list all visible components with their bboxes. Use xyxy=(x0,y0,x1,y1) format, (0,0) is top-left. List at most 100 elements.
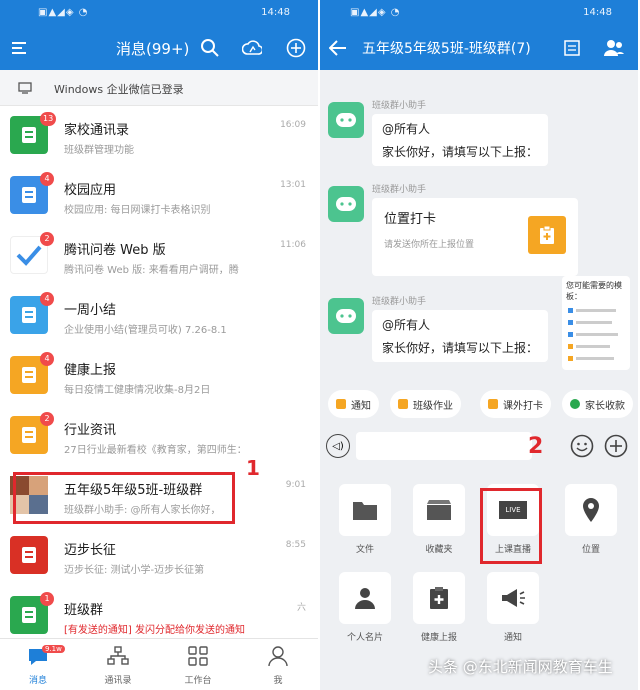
tool-notice[interactable]: 通知 xyxy=(480,572,546,643)
chat-item[interactable]: 13 家校通讯录 班级群管理功能 16:09 xyxy=(0,110,318,170)
contact-card-icon xyxy=(339,572,391,624)
contacts-nav-icon xyxy=(107,646,129,665)
sender-name: 班级群小助手 xyxy=(372,297,427,307)
login-notice-text: Windows 企业微信已登录 xyxy=(54,83,184,96)
chat-preview: 27日行业最新看校《教育家，第四师生： xyxy=(64,445,247,456)
tool-favorites[interactable]: 收藏夹 xyxy=(406,484,472,555)
chat-title: 一周小结 xyxy=(64,303,117,318)
nav-label: 消息 xyxy=(28,676,47,686)
template-list-preview xyxy=(566,306,626,366)
group-members-icon[interactable] xyxy=(602,36,626,60)
location-card[interactable]: 位置打卡 请发送你所在上报位置 xyxy=(372,198,578,276)
tool-health-report[interactable]: 健康上报 xyxy=(406,572,472,643)
quick-label: 课外打卡 xyxy=(503,400,543,412)
quick-checkin-button[interactable]: 课外打卡 xyxy=(480,390,551,418)
nav-messages[interactable]: 消息 9.1w xyxy=(8,645,68,686)
nav-badge: 9.1w xyxy=(42,645,65,653)
homework-icon xyxy=(398,399,408,409)
nav-me[interactable]: 我 xyxy=(248,645,308,686)
tool-label: 收藏夹 xyxy=(425,545,453,555)
checkin-icon xyxy=(488,399,498,409)
monitor-icon xyxy=(18,80,32,99)
quick-payment-button[interactable]: 家长收款 xyxy=(562,390,633,418)
bot-avatar xyxy=(328,102,364,138)
chat-item[interactable]: 4 一周小结 企业使用小结(管理员可收) 7.26-8.1 xyxy=(0,290,318,350)
medical-clipboard-icon xyxy=(413,572,465,624)
chat-item[interactable]: 2 行业资讯 27日行业最新看校《教育家，第四师生： xyxy=(0,410,318,470)
input-bar: ◁) 2 xyxy=(320,426,638,466)
message-bubble[interactable]: @所有人 家长你好，请填写以下上报： xyxy=(372,114,548,166)
quick-homework-button[interactable]: 班级作业 xyxy=(390,390,461,418)
message-bubble[interactable]: @所有人 家长你好，请填写以下上报： xyxy=(372,310,548,362)
clipboard-icon xyxy=(528,216,566,254)
chat-time: 六 xyxy=(296,603,306,613)
megaphone-icon xyxy=(336,399,346,409)
chat-time: 13:01 xyxy=(280,180,306,190)
status-time: 14:48 xyxy=(261,7,290,18)
chat-title: 五年级5年级5班-班级群(7) xyxy=(362,41,531,57)
group-tools-icon[interactable] xyxy=(560,36,584,60)
page-title: 消息(99+) xyxy=(116,40,190,58)
status-bar: ▣▲◢◈ ◔ 14:48 xyxy=(0,0,318,26)
login-notice[interactable]: Windows 企业微信已登录 xyxy=(0,70,318,106)
nav-label: 我 xyxy=(273,676,283,686)
quick-notice-button[interactable]: 通知 xyxy=(328,390,379,418)
grid-icon xyxy=(188,646,208,666)
back-arrow-icon[interactable] xyxy=(326,36,350,60)
unread-badge: 13 xyxy=(40,112,57,126)
annotation-number-1: 1 xyxy=(246,456,260,480)
chat-preview: 每日疫情工健康情况收集-8月2日 xyxy=(64,385,211,396)
quick-label: 通知 xyxy=(351,400,371,412)
cloud-icon[interactable] xyxy=(240,36,264,60)
unread-badge: 4 xyxy=(40,172,54,186)
tool-label: 通知 xyxy=(503,633,522,643)
tool-location[interactable]: 位置 xyxy=(558,484,624,555)
chat-item[interactable]: 4 校园应用 校园应用: 每日网课打卡表格识别 13:01 xyxy=(0,170,318,230)
status-icons: ▣▲◢◈ ◔ xyxy=(38,7,89,18)
chat-item[interactable]: 迈步长征 迈步长征: 测试小学-迈步长征第 8:55 xyxy=(0,530,318,590)
app-bar: 消息(99+) xyxy=(0,26,318,70)
bottom-nav: 消息 9.1w 通讯录 工作台 我 xyxy=(0,638,318,690)
chat-item[interactable]: 4 健康上报 每日疫情工健康情况收集-8月2日 xyxy=(0,350,318,410)
chat-preview: 迈步长征: 测试小学-迈步长征第 xyxy=(64,565,205,576)
search-icon[interactable] xyxy=(198,36,222,60)
chat-preview: [有发送的通知] 发闪分配给你发送的通知 xyxy=(64,625,245,636)
unread-badge: 2 xyxy=(40,232,54,246)
tool-file[interactable]: 文件 xyxy=(332,484,398,555)
emoji-icon[interactable] xyxy=(570,434,594,458)
chat-preview: 班级群管理功能 xyxy=(64,145,134,156)
nav-workbench[interactable]: 工作台 xyxy=(168,645,228,686)
chat-time: 16:09 xyxy=(280,120,306,130)
bot-avatar xyxy=(328,186,364,222)
chat-title: 健康上报 xyxy=(64,363,117,378)
sender-name: 班级群小助手 xyxy=(372,185,427,195)
chat-title: 班级群 xyxy=(64,603,104,618)
highlight-box-1 xyxy=(13,472,235,524)
nav-contacts[interactable]: 通讯录 xyxy=(88,645,148,686)
message-input[interactable] xyxy=(356,432,532,460)
more-plus-icon[interactable] xyxy=(604,434,628,458)
nav-label: 工作台 xyxy=(184,676,212,686)
unread-badge: 2 xyxy=(40,412,54,426)
add-icon[interactable] xyxy=(284,36,308,60)
message-line: 家长你好，请填写以下上报： xyxy=(382,341,539,355)
chat-item[interactable]: 2 腾讯问卷 Web 版腾讯问卷 Web 版: 来看看用户调研，腾 11:06 xyxy=(0,230,318,290)
shield-icon xyxy=(570,399,580,409)
status-icons: ▣▲◢◈ ◔ xyxy=(350,7,401,18)
tool-label: 位置 xyxy=(581,545,600,555)
folder-icon xyxy=(339,484,391,536)
template-popup-text: 您可能需要的模板： xyxy=(566,281,622,301)
chat-title: 行业资讯 xyxy=(64,423,117,438)
tool-contact-card[interactable]: 个人名片 xyxy=(332,572,398,643)
chat-preview: 企业使用小结(管理员可收) 7.26-8.1 xyxy=(64,325,227,336)
message-line: @所有人 xyxy=(382,122,431,136)
voice-icon[interactable]: ◁) xyxy=(326,434,350,458)
tool-label: 健康上报 xyxy=(420,633,457,643)
message-line: @所有人 xyxy=(382,318,431,332)
unread-badge: 1 xyxy=(40,592,54,606)
message-list-screen: ▣▲◢◈ ◔ 14:48 消息(99+) Windows 企业微信已登录 13 家… xyxy=(0,0,318,690)
menu-icon[interactable] xyxy=(8,36,32,60)
megaphone-icon xyxy=(487,572,539,624)
chat-title: 腾讯问卷 Web 版 xyxy=(64,243,166,258)
template-popup[interactable]: 您可能需要的模板： xyxy=(562,276,630,370)
